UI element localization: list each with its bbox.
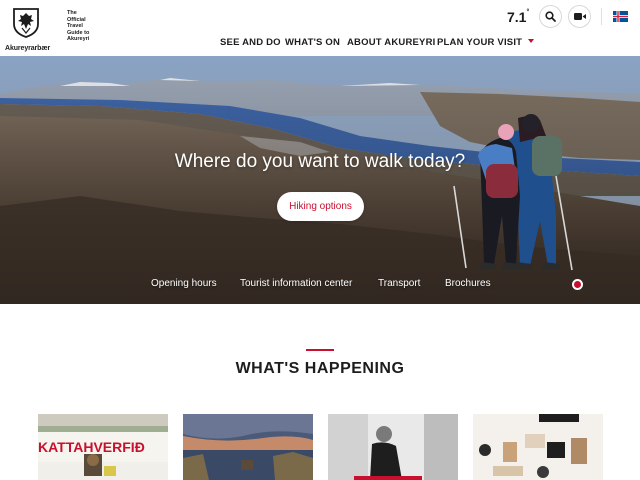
link-brochures[interactable]: Brochures: [445, 278, 491, 289]
hero-title: Where do you want to walk today?: [174, 151, 466, 172]
nav-see-and-do[interactable]: SEE AND DO: [220, 37, 281, 48]
video-button[interactable]: [568, 5, 591, 28]
event-card[interactable]: [183, 414, 313, 480]
search-button[interactable]: [539, 5, 562, 28]
event-card-image: [473, 414, 603, 480]
section-accent-rule: [306, 349, 334, 351]
crest-icon: [13, 8, 39, 38]
search-icon: [545, 11, 556, 22]
temperature-value: 7.1: [507, 9, 527, 25]
event-card-image: [328, 414, 458, 480]
section-title: WHAT'S HAPPENING: [235, 360, 405, 377]
event-card-image: KATTAHVERFIÐ: [38, 414, 168, 480]
nav-whats-on[interactable]: WHAT'S ON: [285, 37, 340, 48]
link-tourist-information-center[interactable]: Tourist information center: [240, 278, 352, 289]
site-header: Akureyrarbær The Official Travel Guide t…: [0, 0, 640, 56]
event-card[interactable]: KATTAHVERFIÐ: [38, 414, 168, 480]
carousel-indicator[interactable]: [572, 279, 583, 290]
event-card[interactable]: [473, 414, 603, 480]
main-nav: SEE AND DO WHAT'S ON ABOUT AKUREYRI PLAN…: [0, 37, 640, 49]
chevron-down-icon: [528, 39, 535, 44]
video-camera-icon: [573, 13, 586, 20]
nav-plan-your-visit-label: PLAN YOUR VISIT: [437, 37, 523, 48]
temperature-unit: °: [526, 9, 530, 17]
nav-plan-your-visit[interactable]: PLAN YOUR VISIT: [437, 37, 535, 48]
link-opening-hours[interactable]: Opening hours: [151, 278, 217, 289]
hiking-options-button[interactable]: Hiking options: [277, 192, 364, 221]
hero-banner: Where do you want to walk today? Hiking …: [0, 56, 640, 304]
nav-about-akureyri[interactable]: ABOUT AKUREYRI: [347, 37, 435, 48]
hero-image: [0, 56, 640, 304]
link-transport[interactable]: Transport: [378, 278, 420, 289]
event-card-image: [183, 414, 313, 480]
iceland-flag-icon[interactable]: [613, 11, 628, 22]
temperature-readout: 7.1°: [507, 9, 529, 25]
event-card-text: KATTAHVERFIÐ: [38, 439, 145, 455]
header-divider: [601, 8, 602, 25]
event-card[interactable]: [328, 414, 458, 480]
